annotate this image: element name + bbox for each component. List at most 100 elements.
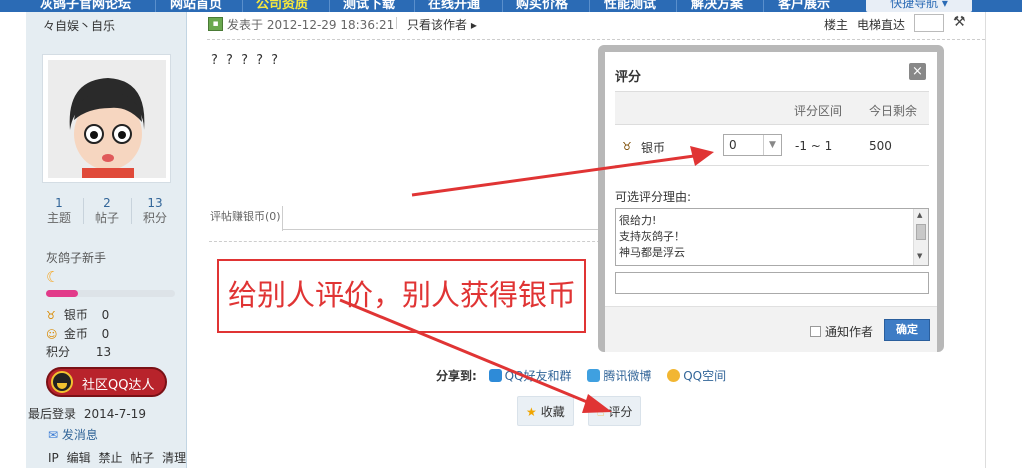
dialog-footer: 通知作者 确定 (605, 306, 937, 352)
user-profile-column: 々自娱丶自乐 1 主题 2 帖子 13 积分 灰鸽子新手 ☾ ♉ 银币 0 ☺ … (26, 12, 187, 468)
share-label: 分享到: (436, 369, 477, 383)
scroll-down-icon[interactable]: ▼ (917, 252, 922, 260)
share-link-label: QQ好友和群 (504, 369, 572, 383)
credit-points: 积分 13 (46, 343, 111, 360)
stat-posts[interactable]: 2 帖子 (84, 196, 130, 226)
qq-expert-badge[interactable]: 社区QQ达人 (46, 367, 167, 397)
chevron-down-icon[interactable]: ▼ (763, 135, 781, 155)
score-range: -1 ~ 1 (795, 139, 833, 153)
reason-input[interactable] (615, 272, 929, 294)
admin-link-clean[interactable]: 清理 (162, 451, 186, 465)
credit-label: 积分 (46, 345, 71, 359)
user-rank[interactable]: 灰鸽子新手 (46, 249, 106, 266)
qq-badge-label: 社区QQ达人 (82, 378, 155, 393)
share-tencent-weibo[interactable]: 腾讯微博 (587, 369, 651, 383)
post-divider-line (209, 241, 605, 242)
favorite-button[interactable]: ★ 收藏 (517, 396, 574, 426)
confirm-button[interactable]: 确定 (884, 319, 930, 341)
notify-author[interactable]: 通知作者 (810, 323, 873, 340)
rating-table-header: 评分区间 今日剩余 (615, 91, 929, 125)
reason-option[interactable]: 神马都是浮云 (619, 244, 685, 260)
rank-progress-bar (46, 290, 175, 297)
silver-coin-icon: ♉ (622, 140, 632, 153)
nav-item-download[interactable]: 测试下载 (343, 0, 395, 12)
score-value: 0 (729, 138, 737, 152)
credit-label: 金币 (63, 327, 88, 341)
stat-value: 1 (55, 196, 63, 210)
nav-item-performance[interactable]: 性能测试 (604, 0, 656, 12)
reason-label: 可选评分理由: (615, 190, 692, 204)
tab-rate-silver[interactable]: 评帖赚银币(0) (209, 206, 283, 231)
credit-value: 13 (95, 345, 112, 359)
nav-item-site-home[interactable]: 网站首页 (170, 0, 222, 12)
share-qq-friends[interactable]: QQ好友和群 (488, 369, 572, 383)
close-button[interactable]: × (909, 63, 926, 80)
gold-coin-icon: ☺ (46, 328, 58, 341)
share-link-label: 腾讯微博 (603, 369, 652, 383)
nav-item-pricing[interactable]: 购买价格 (516, 0, 568, 12)
share-qzone[interactable]: QQ空间 (667, 369, 726, 383)
scroll-thumb[interactable] (916, 224, 926, 240)
rate-log-tabs: 评帖赚银币(0) (209, 206, 605, 231)
weibo-icon (587, 369, 601, 382)
nav-item-customers[interactable]: 客户展示 (778, 0, 830, 12)
wrench-icon[interactable]: ⚒ (953, 14, 966, 30)
silver-coin-icon: ♉ (46, 309, 56, 322)
post-content: ? ? ? ? ? (211, 53, 281, 68)
reason-scrollbar[interactable]: ▲ ▼ (913, 209, 928, 265)
star-icon: ★ (526, 405, 537, 419)
credit-silver: ♉ 银币 0 (46, 306, 109, 323)
nav-divider (155, 0, 156, 12)
nav-item-solutions[interactable]: 解决方案 (691, 0, 743, 12)
qq-icon (488, 369, 502, 382)
send-message-label: 发消息 (61, 428, 98, 442)
quick-nav-dropdown[interactable]: 快捷导航 ▾ (866, 0, 972, 12)
nav-divider (242, 0, 243, 12)
nav-divider (589, 0, 590, 12)
remaining-today: 500 (869, 139, 892, 153)
nav-item-company[interactable]: 公司资质 (256, 0, 308, 12)
reason-option[interactable]: 很给力! (619, 212, 656, 228)
post-online-icon: ▪ (208, 17, 223, 31)
send-message-link[interactable]: ✉ 发消息 (48, 426, 98, 443)
elevator-input[interactable] (914, 14, 944, 32)
scroll-up-icon[interactable]: ▲ (917, 211, 922, 219)
nav-item-forum-home[interactable]: 灰鸽子官网论坛 (40, 0, 131, 12)
admin-link-ip[interactable]: IP (48, 451, 59, 465)
nav-divider (763, 0, 764, 12)
stat-label: 主题 (46, 211, 71, 225)
annotation-text: 给别人评价，别人获得银币 (228, 278, 577, 312)
rating-dialog: 评分 × 评分区间 今日剩余 ♉ 银币 0 ▼ -1 ~ 1 500 可选评分理… (598, 45, 944, 352)
nav-divider (329, 0, 330, 12)
stat-label: 帖子 (94, 211, 119, 225)
credit-value: 0 (101, 308, 110, 322)
credit-label: 银币 (63, 308, 88, 322)
annotation-box: 给别人评价，别人获得银币 (217, 259, 586, 333)
only-author-link[interactable]: 只看该作者 ▸ (407, 16, 477, 33)
reason-option[interactable]: 支持灰鸽子！ (619, 228, 685, 244)
mail-icon: ✉ (48, 428, 59, 442)
stat-threads[interactable]: 1 主题 (36, 196, 82, 226)
floor-label: 楼主 (824, 18, 849, 32)
reason-list[interactable]: 很给力! 支持灰鸽子！ 神马都是浮云 ▲ ▼ (615, 208, 929, 266)
rate-button[interactable]: ☝ 评分 (588, 396, 642, 426)
admin-link-edit[interactable]: 编辑 (67, 451, 91, 465)
notify-checkbox[interactable] (810, 326, 821, 337)
share-row: 分享到: QQ好友和群 腾讯微博 QQ空间 (436, 367, 738, 384)
moon-icon: ☾ (46, 268, 60, 286)
post-header: ▪ 发表于 2012-12-29 18:36:21 只看该作者 ▸ 楼主 电梯直… (207, 12, 985, 40)
score-select[interactable]: 0 ▼ (723, 134, 782, 156)
post-divider (396, 17, 397, 29)
col-remaining: 今日剩余 (869, 104, 918, 118)
stat-value: 13 (147, 196, 163, 210)
cartoon-avatar-icon (47, 60, 166, 178)
nav-item-online[interactable]: 在线开通 (428, 0, 480, 12)
notify-label: 通知作者 (825, 325, 874, 339)
avatar[interactable] (42, 54, 171, 183)
admin-link-ban[interactable]: 禁止 (98, 451, 122, 465)
rate-label: 评分 (608, 405, 633, 419)
stat-label: 积分 (142, 211, 167, 225)
stat-points[interactable]: 13 积分 (132, 196, 178, 226)
admin-link-posts[interactable]: 帖子 (130, 451, 154, 465)
username[interactable]: 々自娱丶自乐 (43, 17, 115, 34)
